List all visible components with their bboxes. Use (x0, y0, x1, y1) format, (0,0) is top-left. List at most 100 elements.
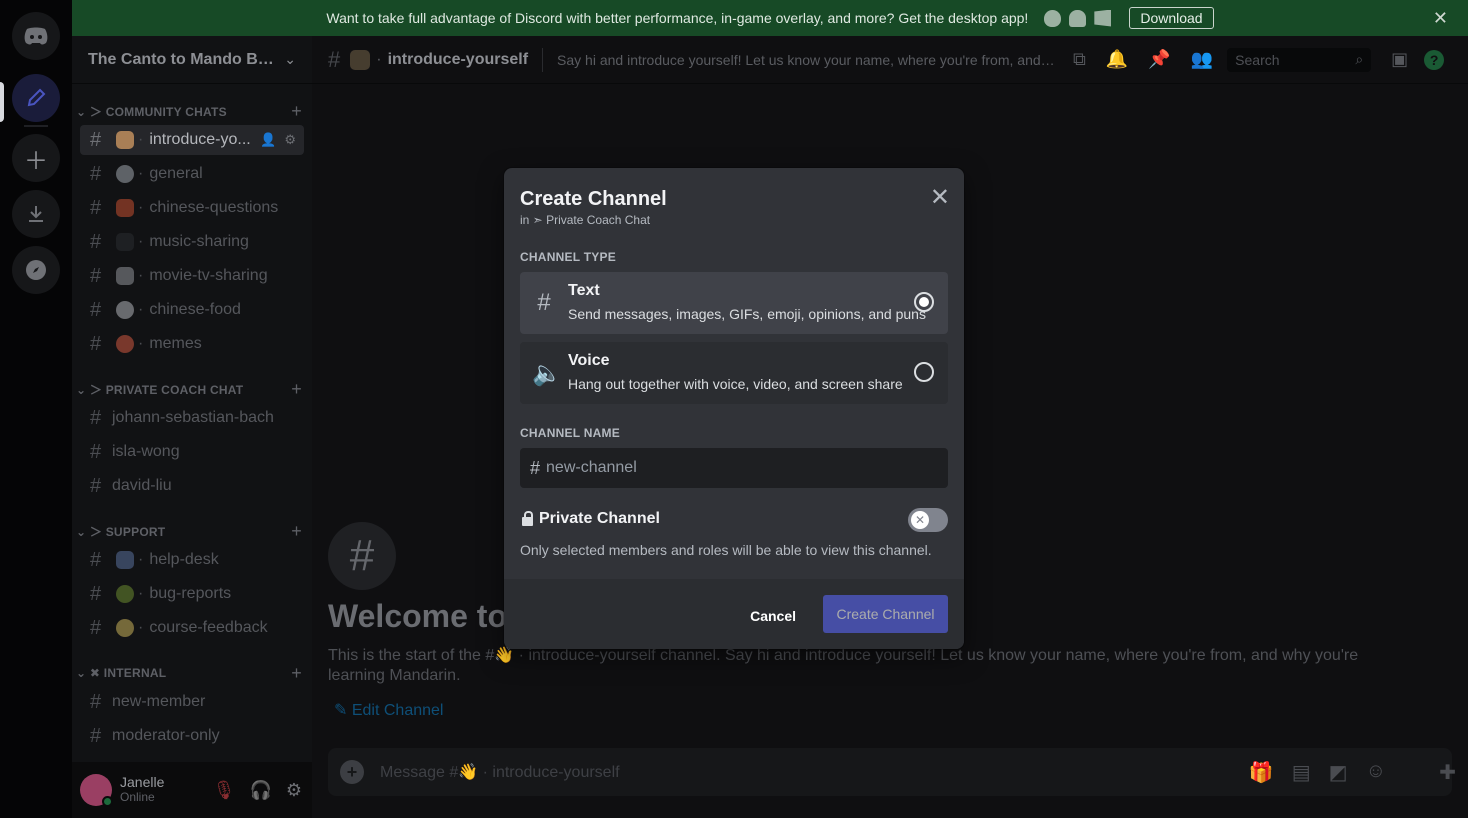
user-settings-gear-icon[interactable]: ⚙ (286, 780, 302, 801)
threads-icon[interactable]: ⧉ (1073, 49, 1086, 70)
avatar[interactable] (80, 774, 113, 807)
server-quill-icon[interactable] (12, 74, 60, 122)
category-support[interactable]: ⌄ ＞ SUPPORT + (76, 521, 302, 542)
emoji-icon[interactable]: ☺ (1366, 760, 1386, 785)
channel-label: johann-sebastian-bach (112, 409, 274, 426)
channel-introduce-yourself[interactable]: # · introduce-yo... 👤 ⚙ (80, 125, 304, 155)
header-divider (542, 47, 544, 72)
channel-help-desk[interactable]: # · help-desk (80, 545, 304, 575)
private-channel-row: Private Channel (520, 510, 660, 528)
add-attachment-icon[interactable]: + (340, 760, 364, 784)
cancel-button[interactable]: Cancel (734, 597, 812, 635)
hashtag-icon: # (90, 196, 102, 219)
members-icon[interactable]: 👥 (1191, 49, 1213, 70)
channel-type-label: CHANNEL TYPE (520, 250, 617, 264)
private-channel-description: Only selected members and roles will be … (520, 542, 932, 558)
add-channel-icon[interactable]: + (291, 663, 302, 684)
channel-hashtag-badge: # (328, 522, 396, 590)
lightbulb-icon (116, 619, 134, 637)
create-channel-modal: Create Channel in ➣ Private Coach Chat ✕… (504, 168, 964, 649)
add-server-icon[interactable]: ＋ (12, 134, 60, 182)
channel-chinese-food[interactable]: # · chinese-food (80, 295, 304, 325)
user-info[interactable]: Janelle Online (120, 775, 164, 805)
channel-course-feedback[interactable]: # · course-feedback (80, 613, 304, 643)
channel-topic[interactable]: Say hi and introduce yourself! Let us kn… (557, 52, 1057, 68)
channel-label: chinese-food (149, 301, 241, 318)
download-button[interactable]: Download (1129, 7, 1214, 29)
mic-muted-icon[interactable]: 🎙 (213, 780, 236, 801)
help-icon[interactable]: ? (1424, 49, 1445, 70)
channel-isla-wong[interactable]: # isla-wong (80, 437, 304, 467)
channel-moderator-only[interactable]: # moderator-only (80, 721, 304, 751)
explore-icon[interactable] (12, 246, 60, 294)
private-hashtag-icon: # (90, 440, 102, 463)
invite-icon[interactable]: 👤 (260, 132, 276, 148)
edit-channel-link[interactable]: ✎ Edit Channel (334, 700, 443, 720)
channel-label: movie-tv-sharing (149, 267, 268, 284)
gif-icon[interactable]: ▤ (1292, 760, 1311, 785)
channel-general[interactable]: # · general (80, 159, 304, 189)
banner-close-icon[interactable]: ✕ (1433, 8, 1448, 29)
message-input[interactable]: Message #👋 · introduce-yourself (380, 762, 620, 782)
text-radio[interactable] (914, 292, 934, 312)
category-community-chats[interactable]: ⌄ ＞ COMMUNITY CHATS + (76, 101, 302, 122)
close-icon[interactable]: ✕ (930, 186, 950, 210)
headphones-icon[interactable]: 🎧 (249, 780, 271, 801)
channel-name-field[interactable]: # (520, 448, 948, 488)
search-icon: ⌕ (1355, 51, 1364, 67)
settings-gear-icon[interactable]: ⚙ (284, 132, 296, 148)
hashtag-icon: # (90, 298, 102, 321)
rail-separator (24, 125, 48, 127)
option-name: Voice (568, 352, 610, 369)
category-internal[interactable]: ⌄ ✖ INTERNAL + (76, 663, 302, 684)
pin-icon[interactable]: 📌 (1148, 49, 1170, 70)
add-channel-icon[interactable]: + (291, 379, 302, 400)
private-channel-toggle[interactable]: ✕ (908, 508, 948, 532)
bowl-icon (116, 301, 134, 319)
channel-movie-tv-sharing[interactable]: # · movie-tv-sharing (80, 261, 304, 291)
channel-new-member[interactable]: # new-member (80, 687, 304, 717)
channel-johann-sebastian-bach[interactable]: # johann-sebastian-bach (80, 403, 304, 433)
category-label: INTERNAL (103, 666, 167, 680)
windows-icon (1094, 9, 1112, 27)
private-hashtag-icon: # (90, 724, 102, 747)
create-channel-button[interactable]: Create Channel (823, 595, 948, 633)
books-icon (116, 551, 134, 569)
channel-label: moderator-only (112, 727, 220, 744)
channel-music-sharing[interactable]: # · music-sharing (80, 227, 304, 257)
channel-chinese-questions[interactable]: # · chinese-questions (80, 193, 304, 223)
banner-text: Want to take full advantage of Discord w… (326, 10, 1029, 26)
channel-type-voice-option[interactable]: 🔈 Voice Hang out together with voice, vi… (520, 342, 948, 404)
download-apps-icon[interactable] (12, 190, 60, 238)
user-status: Online (120, 790, 155, 804)
voice-radio[interactable] (914, 362, 934, 382)
channel-title: introduce-yourself (387, 50, 529, 68)
speech-bubble-icon (116, 165, 134, 183)
welcome-description: This is the start of the #👋 · introduce-… (328, 647, 1359, 684)
message-composer[interactable]: + Message #👋 · introduce-yourself 🎁 ▤ ◩ … (328, 748, 1456, 796)
channel-name-input[interactable] (546, 459, 927, 477)
hashtag-icon: # (90, 264, 102, 287)
inbox-icon[interactable]: ▣ (1391, 49, 1408, 70)
bell-icon[interactable]: 🔔 (1106, 49, 1128, 70)
hashtag-icon: # (90, 230, 102, 253)
category-private-coach-chat[interactable]: ⌄ ＞ PRIVATE COACH CHAT + (76, 379, 302, 400)
hashtag-icon: # (90, 548, 102, 571)
discord-home-icon[interactable] (12, 12, 60, 60)
guild-name: The Canto to Mando Blu... (88, 50, 278, 68)
channel-type-text-option[interactable]: # Text Send messages, images, GIFs, emoj… (520, 272, 948, 334)
channel-david-liu[interactable]: # david-liu (80, 471, 304, 501)
guild-header[interactable]: The Canto to Mando Blu... ⌄ (72, 36, 312, 84)
channel-memes[interactable]: # · memes (80, 329, 304, 359)
add-channel-icon[interactable]: + (291, 101, 302, 122)
search-input[interactable]: Search ⌕ (1227, 47, 1372, 72)
chevron-down-icon: ⌄ (284, 51, 296, 67)
waving-hand-icon (350, 49, 371, 70)
add-channel-icon[interactable]: + (291, 521, 302, 542)
apps-icon[interactable]: ✚ (1439, 760, 1456, 785)
desktop-app-banner: Want to take full advantage of Discord w… (72, 0, 1468, 36)
gift-icon[interactable]: 🎁 (1249, 760, 1274, 785)
channel-bug-reports[interactable]: # · bug-reports (80, 579, 304, 609)
online-status-icon (102, 796, 113, 807)
sticker-icon[interactable]: ◩ (1329, 760, 1348, 785)
